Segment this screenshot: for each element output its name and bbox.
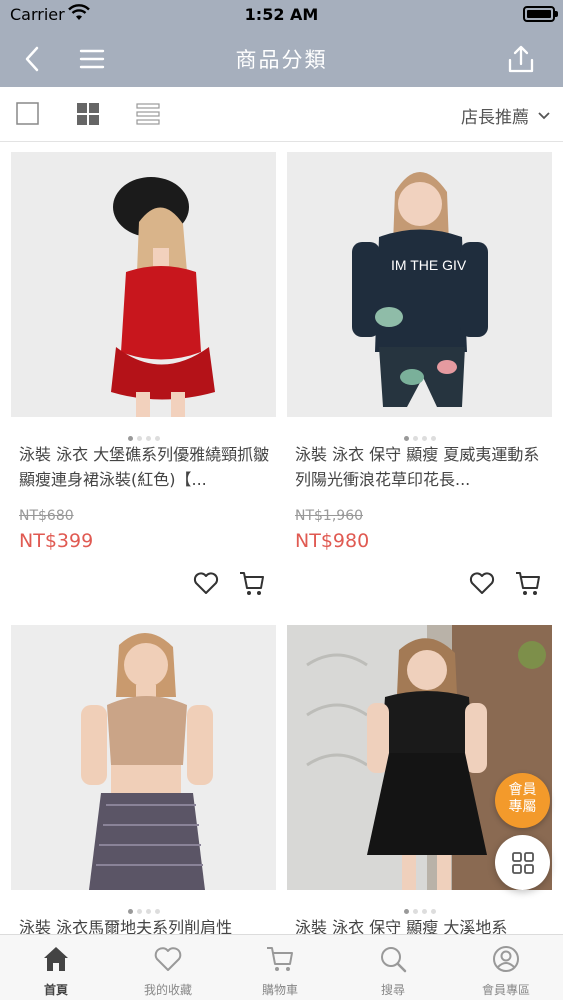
member-exclusive-button[interactable]: 會員 專屬 <box>495 773 550 828</box>
sort-label: 店長推薦 <box>461 108 529 128</box>
cart-icon[interactable] <box>514 569 542 597</box>
cart-icon[interactable] <box>238 569 266 597</box>
product-grid: 泳裝 泳衣 大堡礁系列優雅繞頸抓皺顯瘦連身裙泳裝(紅色)【... NT$680 … <box>0 152 563 934</box>
product-card[interactable]: 泳裝 泳衣馬爾地夫系列削肩性 <box>11 625 276 934</box>
status-bar: Carrier 1:52 AM <box>0 0 563 30</box>
tab-label: 購物車 <box>261 983 298 997</box>
original-price: NT$1,960 <box>295 508 364 524</box>
sale-price: NT$399 <box>19 530 94 552</box>
tab-cart[interactable]: 購物車 <box>224 935 336 1000</box>
product-card[interactable]: 泳裝 泳衣 大堡礁系列優雅繞頸抓皺顯瘦連身裙泳裝(紅色)【... NT$680 … <box>11 152 276 612</box>
share-button[interactable] <box>501 40 541 78</box>
tab-label: 我的收藏 <box>143 983 192 997</box>
svg-text:IM THE GIV: IM THE GIV <box>391 257 467 273</box>
view-toolbar: 店長推薦 <box>0 87 563 142</box>
quick-menu-button[interactable] <box>495 835 550 890</box>
tab-label: 搜尋 <box>380 983 405 997</box>
product-image[interactable]: IM THE GIV <box>287 152 552 417</box>
product-card[interactable]: IM THE GIV 泳裝 泳衣 保守 顯瘦 夏威夷運動系列陽光衝浪花草印花長.… <box>287 152 552 612</box>
tab-favorites[interactable]: 我的收藏 <box>112 935 224 1000</box>
tab-home[interactable]: 首頁 <box>0 935 112 1000</box>
product-image[interactable] <box>11 625 276 890</box>
clock: 1:52 AM <box>244 5 319 24</box>
tab-member[interactable]: 會員專區 <box>450 935 562 1000</box>
product-name[interactable]: 泳裝 泳衣 保守 顯瘦 大溪地系 <box>295 915 547 934</box>
bottom-tab-bar: 首頁 我的收藏 購物車 搜尋 會員專區 <box>0 934 563 1000</box>
tab-label: 會員專區 <box>481 983 530 997</box>
share-icon <box>508 45 534 73</box>
list-view-icon[interactable] <box>135 101 161 127</box>
product-image[interactable] <box>11 152 276 417</box>
tab-search[interactable]: 搜尋 <box>337 935 449 1000</box>
single-view-icon[interactable] <box>15 101 41 127</box>
member-label-line1: 會員 <box>508 782 537 798</box>
heart-icon <box>154 947 182 971</box>
home-icon <box>44 947 68 971</box>
tab-label: 首頁 <box>43 983 68 997</box>
nav-bar: 商品分類 <box>0 30 563 87</box>
cart-icon <box>267 947 293 971</box>
member-label-line2: 專屬 <box>508 799 537 815</box>
chevron-down-icon <box>538 111 550 119</box>
product-name[interactable]: 泳裝 泳衣馬爾地夫系列削肩性 <box>19 915 271 934</box>
heart-icon[interactable] <box>468 569 496 597</box>
product-name[interactable]: 泳裝 泳衣 保守 顯瘦 夏威夷運動系列陽光衝浪花草印花長... <box>295 442 547 492</box>
sort-dropdown[interactable]: 店長推薦 <box>461 103 551 128</box>
product-name[interactable]: 泳裝 泳衣 大堡礁系列優雅繞頸抓皺顯瘦連身裙泳裝(紅色)【... <box>19 442 271 492</box>
search-icon <box>381 947 407 973</box>
original-price: NT$680 <box>19 508 74 524</box>
heart-icon[interactable] <box>192 569 220 597</box>
apps-grid-icon <box>511 851 534 874</box>
page-title: 商品分類 <box>235 48 328 72</box>
grid-view-icon[interactable] <box>75 101 101 127</box>
battery-icon <box>523 6 558 22</box>
user-icon <box>493 946 519 972</box>
sale-price: NT$980 <box>295 530 370 552</box>
